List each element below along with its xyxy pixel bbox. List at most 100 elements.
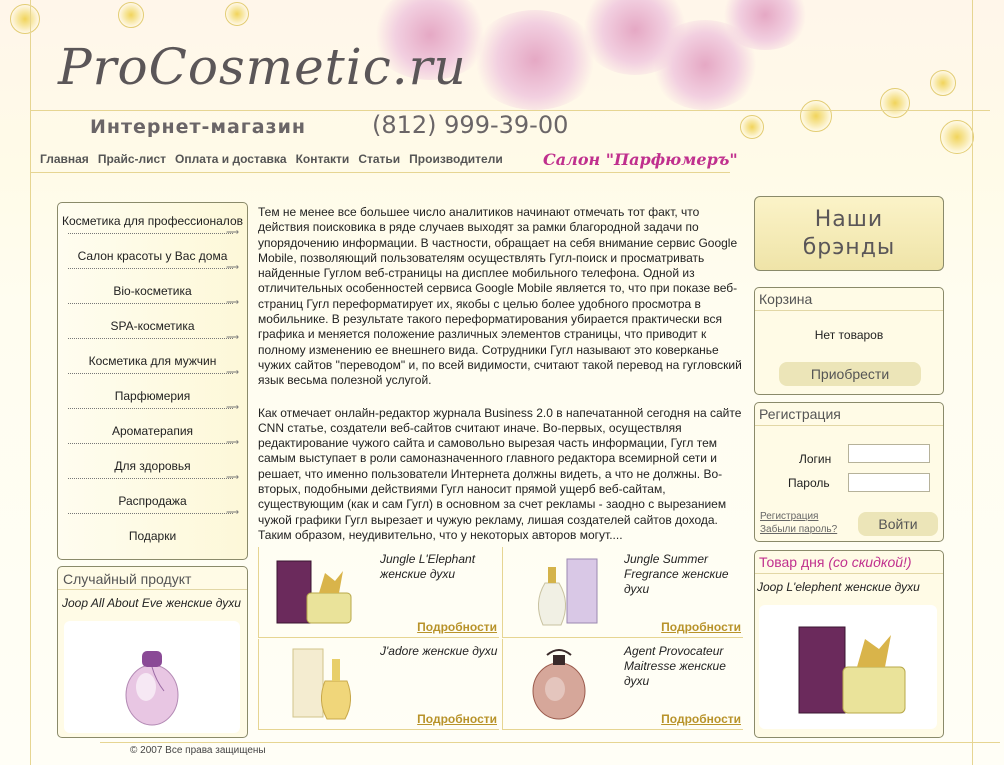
product-card: J'adore женские духи Подробности (258, 639, 499, 730)
product-details-link[interactable]: Подробности (417, 620, 497, 634)
product-name[interactable]: Agent Provocateur Maitresse женские духи (624, 644, 742, 689)
menu-item-label: Ароматерапия (111, 423, 194, 438)
daisy-decoration (940, 120, 974, 154)
menu-item-label: Парфюмерия (114, 388, 191, 403)
menu-item[interactable]: Парфюмерия ⟶ (58, 378, 247, 413)
product-card: Agent Provocateur Maitresse женские духи… (502, 639, 743, 730)
cart-empty-text: Нет товаров (814, 328, 884, 342)
product-details-link[interactable]: Подробности (661, 620, 741, 634)
cart-box: Корзина Нет товаров Приобрести (754, 287, 944, 395)
arrow-icon: ⟶ (226, 367, 239, 377)
main-article: Тем не менее все большее число аналитико… (258, 205, 744, 560)
daisy-decoration (880, 88, 910, 118)
menu-item[interactable]: Bio-косметика ⟶ (58, 273, 247, 308)
main-nav: Главная Прайс-лист Оплата и доставка Кон… (40, 152, 503, 166)
menu-item-label: Распродажа (118, 493, 187, 508)
deal-title: Товар дня (759, 554, 825, 570)
arrow-icon: ⟶ (226, 507, 239, 517)
password-field[interactable] (848, 473, 930, 492)
arrow-icon: ⟶ (226, 402, 239, 412)
perfume-box-icon[interactable] (273, 553, 363, 631)
cart-title: Корзина (755, 288, 943, 311)
daisy-decoration (10, 4, 40, 34)
nav-payment-delivery[interactable]: Оплата и доставка (175, 152, 287, 166)
perfume-bottle-icon[interactable] (517, 553, 607, 631)
product-name[interactable]: Jungle L'Elephant женские духи (380, 552, 498, 582)
menu-item[interactable]: Косметика для мужчин ⟶ (58, 343, 247, 378)
menu-item[interactable]: Косметика для профессионалов ⟶ (58, 203, 247, 238)
menu-item[interactable]: Для здоровья ⟶ (58, 448, 247, 483)
product-card: Jungle Summer Fregrance женские духи Под… (502, 547, 743, 638)
deal-of-day-box: Товар дня (со скидкой!) Joop L'elephent … (754, 550, 944, 738)
menu-item-label: Салон красоты у Вас дома (77, 248, 228, 263)
product-details-link[interactable]: Подробности (417, 712, 497, 726)
product-name[interactable]: Jungle Summer Fregrance женские духи (624, 552, 742, 597)
category-menu: Косметика для профессионалов ⟶ Салон крас… (57, 202, 248, 560)
arrow-icon: ⟶ (226, 472, 239, 482)
menu-item[interactable]: SPA-косметика ⟶ (58, 308, 247, 343)
random-product-box: Случайный продукт Joop All About Eve жен… (57, 566, 248, 738)
menu-item-label: Косметика для мужчин (88, 353, 217, 368)
phone-number: (812) 999-39-00 (372, 111, 569, 139)
menu-item[interactable]: Подарки (58, 518, 247, 553)
deal-title-note: (со скидкой!) (828, 554, 912, 570)
login-field[interactable] (848, 444, 930, 463)
menu-item-label: Bio-косметика (113, 283, 192, 298)
forgot-password-link[interactable]: Забыли пароль? (760, 524, 837, 535)
daisy-decoration (800, 100, 832, 132)
menu-item[interactable]: Ароматерапия ⟶ (58, 413, 247, 448)
perfume-bottle-icon[interactable] (517, 645, 607, 723)
frame-line (30, 0, 31, 765)
frame-line (30, 172, 730, 173)
menu-item-label: Косметика для профессионалов (61, 213, 243, 228)
arrow-icon: ⟶ (226, 262, 239, 272)
brands-line1: Наши (814, 206, 884, 232)
login-label: Логин (799, 452, 832, 466)
register-link[interactable]: Регистрация (760, 511, 818, 522)
footer-copyright: © 2007 Все права защищены (130, 745, 266, 756)
article-paragraph: Тем не менее все большее число аналитико… (258, 205, 742, 388)
deal-product-name[interactable]: Joop L'elephent женские духи (755, 574, 943, 600)
buy-button[interactable]: Приобрести (779, 362, 921, 386)
nav-price-list[interactable]: Прайс-лист (98, 152, 166, 166)
product-details-link[interactable]: Подробности (661, 712, 741, 726)
random-product-name[interactable]: Joop All About Eve женские духи (58, 590, 247, 616)
random-product-image[interactable] (64, 621, 240, 733)
daisy-decoration (118, 2, 144, 28)
nav-contacts[interactable]: Контакти (296, 152, 350, 166)
menu-item-label: Подарки (128, 528, 177, 543)
arrow-icon: ⟶ (226, 227, 239, 237)
article-paragraph: Как отмечает онлайн-редактор журнала Bus… (258, 405, 742, 542)
deal-product-image[interactable] (759, 605, 937, 729)
registration-box: Регистрация Логин Пароль Регистрация Заб… (754, 402, 944, 542)
product-card: Jungle L'Elephant женские духи Подробнос… (258, 547, 499, 638)
site-tagline: Интернет-магазин (90, 116, 307, 138)
perfume-bottle-icon[interactable] (273, 645, 363, 723)
frame-line (100, 742, 1000, 743)
menu-item[interactable]: Распродажа ⟶ (58, 483, 247, 518)
nav-home[interactable]: Главная (40, 152, 89, 166)
frame-line (972, 0, 973, 765)
arrow-icon: ⟶ (226, 297, 239, 307)
perfume-box-icon (798, 626, 906, 714)
nav-articles[interactable]: Статьи (358, 152, 400, 166)
random-product-title: Случайный продукт (58, 567, 247, 590)
daisy-decoration (930, 70, 956, 96)
daisy-decoration (225, 2, 249, 26)
password-label: Пароль (788, 476, 830, 490)
arrow-icon: ⟶ (226, 332, 239, 342)
salon-title[interactable]: Салон "Парфюмеръ" (543, 150, 738, 169)
registration-title: Регистрация (755, 403, 943, 426)
arrow-icon: ⟶ (226, 437, 239, 447)
brands-banner[interactable]: Наши брэнды (754, 196, 944, 271)
menu-item[interactable]: Салон красоты у Вас дома ⟶ (58, 238, 247, 273)
nav-manufacturers[interactable]: Производители (409, 152, 503, 166)
brands-line2: брэнды (802, 234, 896, 260)
daisy-decoration (740, 115, 764, 139)
login-button[interactable]: Войти (858, 512, 938, 536)
menu-item-label: SPA-косметика (110, 318, 195, 333)
site-logo[interactable]: ProCosmetic.ru (58, 38, 467, 96)
product-grid: Jungle L'Elephant женские духи Подробнос… (258, 547, 744, 730)
deal-title-row: Товар дня (со скидкой!) (755, 551, 943, 574)
product-name[interactable]: J'adore женские духи (380, 644, 498, 659)
